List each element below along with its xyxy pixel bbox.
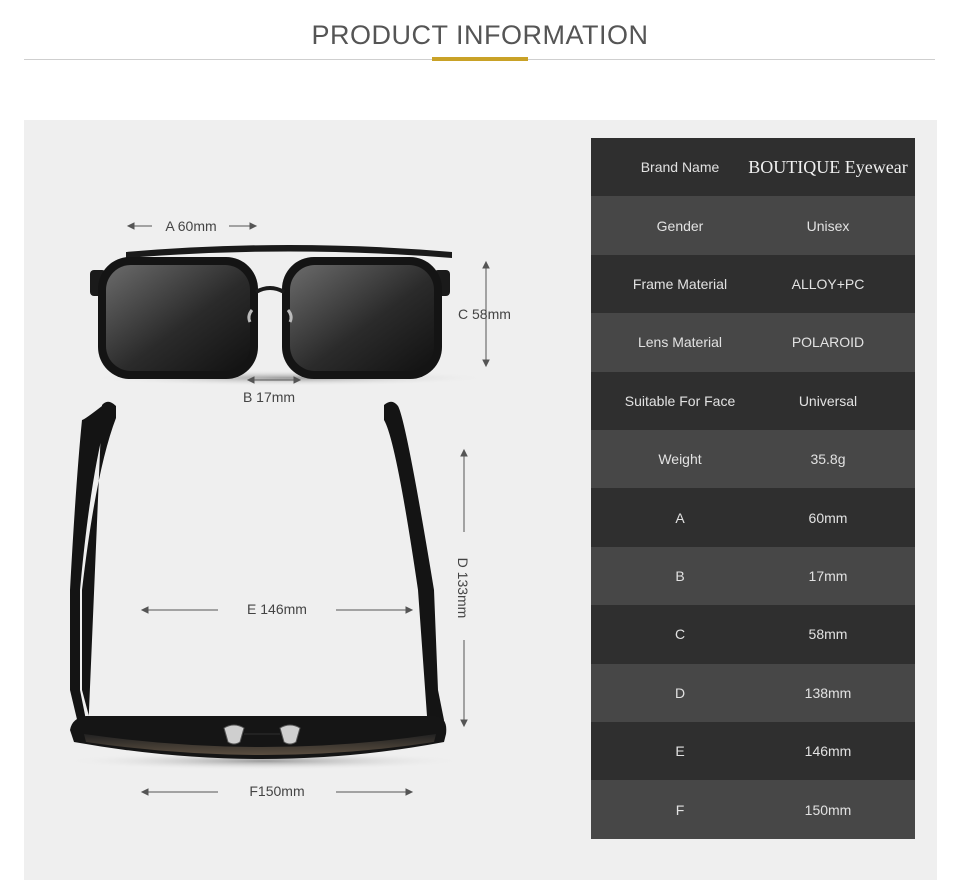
spec-row: Weight 35.8g <box>591 430 915 489</box>
spec-value: POLAROID <box>791 334 865 351</box>
spec-value: 35.8g <box>810 451 846 468</box>
top-view <box>64 401 464 770</box>
spec-row: Suitable For Face Universal <box>591 371 915 430</box>
page-title: PRODUCT INFORMATION <box>311 20 649 50</box>
spec-row: B 17mm <box>591 546 915 606</box>
dim-c-label: C 58mm <box>458 306 511 322</box>
spec-value: 60mm <box>808 509 848 526</box>
title-accent-bar <box>432 57 528 61</box>
dim-f-label: F150mm <box>249 783 304 799</box>
spec-row: E 146mm <box>591 722 915 781</box>
spec-value: 17mm <box>808 567 848 584</box>
spec-value: 146mm <box>804 743 852 760</box>
sunglasses-diagram: A 60mm C 58mm B 17mm D 133mm E 146mm F15… <box>64 218 511 799</box>
dim-e-label: E 146mm <box>247 601 307 617</box>
spec-row: Brand Name BOUTIQUE Eyewear <box>591 138 915 197</box>
spec-row: C 58mm <box>591 605 915 664</box>
spec-row: Frame Material ALLOY+PC <box>591 254 915 314</box>
spec-value: BOUTIQUE Eyewear <box>748 156 908 177</box>
spec-row: D 138mm <box>591 663 915 722</box>
front-view <box>89 245 489 386</box>
spec-value: ALLOY+PC <box>791 275 865 292</box>
dim-b-label: B 17mm <box>243 389 295 405</box>
spec-value: 58mm <box>808 626 848 643</box>
spec-value: 150mm <box>804 801 852 818</box>
spec-row: F 150mm <box>591 780 915 839</box>
spec-row: Lens Material POLAROID <box>591 313 915 372</box>
dim-a-label: A 60mm <box>165 218 216 234</box>
spec-value: Unisex <box>806 217 850 234</box>
dim-d-label: D 133mm <box>455 558 471 619</box>
spec-table: Brand Name BOUTIQUE Eyewear Gender Unise… <box>591 138 915 839</box>
spec-row: Gender Unisex <box>591 196 915 255</box>
spec-row: A 60mm <box>591 488 915 547</box>
spec-value: Universal <box>798 392 858 409</box>
spec-value: 138mm <box>804 684 852 701</box>
